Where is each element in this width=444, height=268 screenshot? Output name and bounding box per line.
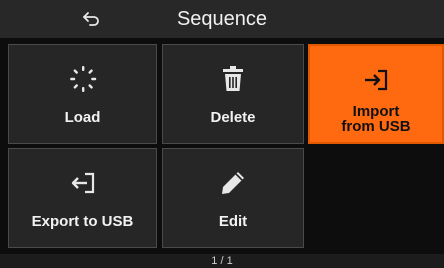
pencil-icon [163,165,303,201]
edit-button[interactable]: Edit [162,148,304,248]
export-label: Export to USB [31,213,134,230]
load-button[interactable]: Load [8,44,157,144]
import-from-usb-button[interactable]: Import from USB [308,44,444,144]
export-icon [9,165,156,201]
back-arrow-icon [83,12,99,26]
edit-label: Edit [218,213,248,230]
header-bar [0,0,444,38]
trash-icon [163,61,303,97]
back-button[interactable] [70,0,114,38]
import-icon [310,62,442,98]
page-indicator: 1 / 1 [211,255,233,267]
load-spinner-icon [9,61,156,97]
import-label-line2: from USB [341,118,411,135]
delete-label: Delete [210,109,256,126]
delete-button[interactable]: Delete [162,44,304,144]
load-label: Load [64,109,101,126]
export-to-usb-button[interactable]: Export to USB [8,148,157,248]
